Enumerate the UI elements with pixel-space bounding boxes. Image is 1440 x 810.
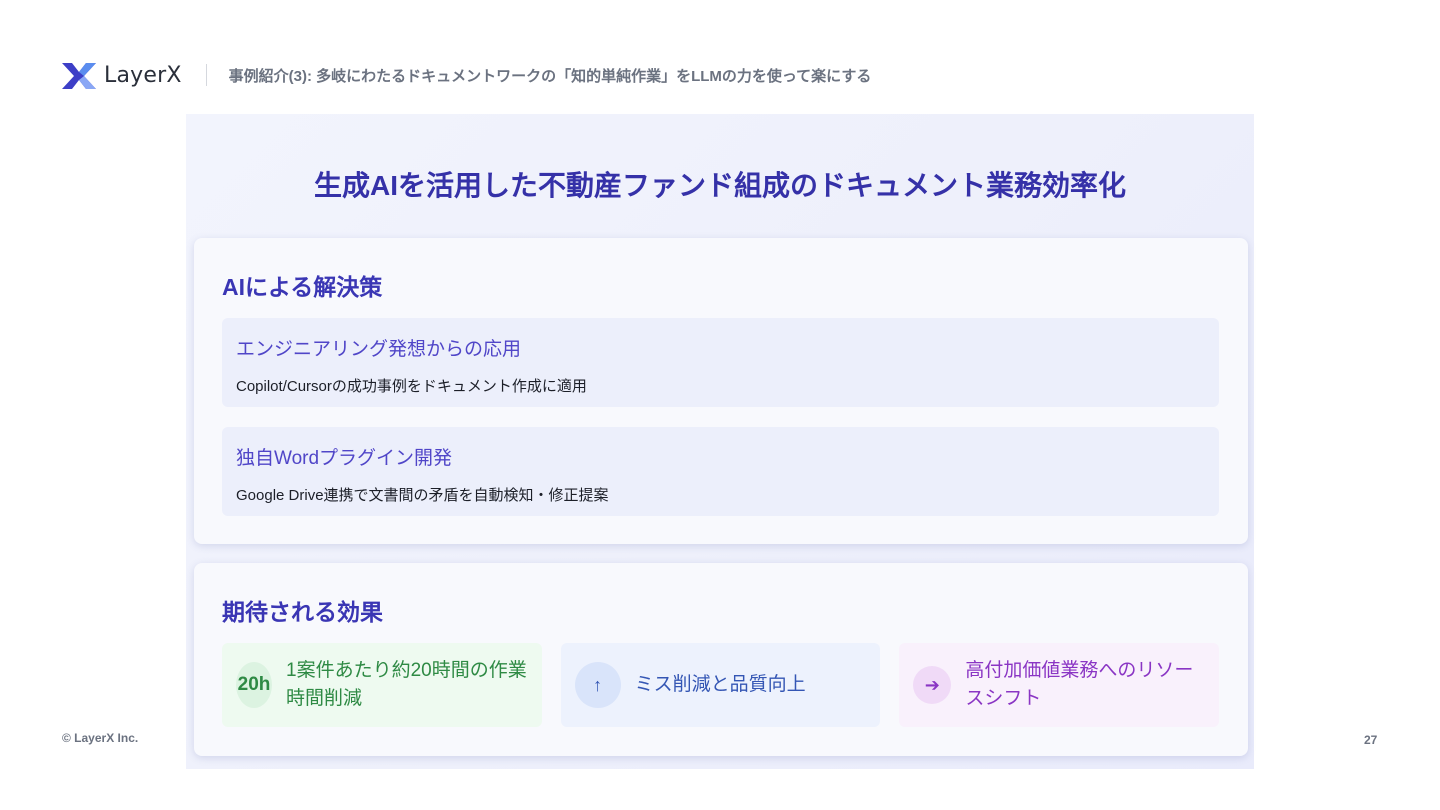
effect-item-quality: ↑ ミス削減と品質向上	[560, 643, 881, 727]
header-title: 事例紹介(3): 多岐にわたるドキュメントワークの「知的単純作業」をLLMの力を…	[228, 67, 872, 85]
solution-description: Copilot/Cursorの成功事例をドキュメント作成に適用	[236, 378, 587, 395]
slide-header: LayerX 事例紹介(3): 多岐にわたるドキュメントワークの「知的単純作業」…	[62, 60, 871, 90]
solution-title: エンジニアリング発想からの応用	[236, 339, 522, 360]
solution-description: Google Drive連携で文書間の矛盾を自動検知・修正提案	[236, 487, 609, 504]
effect-text: ミス削減と品質向上	[634, 674, 806, 695]
layerx-logo: LayerX	[62, 61, 182, 89]
effects-heading: 期待される効果	[222, 599, 383, 625]
effects-row: 20h 1案件あたり約20時間の作業時間削減 ↑ ミス削減と品質向上 ➔ 高付加…	[222, 643, 1220, 727]
solution-item: エンジニアリング発想からの応用 Copilot/Cursorの成功事例をドキュメ…	[222, 318, 1219, 407]
logo-text: LayerX	[104, 62, 182, 88]
effects-card: 期待される効果 20h 1案件あたり約20時間の作業時間削減 ↑ ミス削減と品質…	[194, 563, 1248, 756]
effect-item-time-reduction: 20h 1案件あたり約20時間の作業時間削減	[222, 643, 542, 727]
solutions-heading: AIによる解決策	[222, 274, 383, 300]
slide-panel: 生成AIを活用した不動産ファンド組成のドキュメント業務効率化 AIによる解決策 …	[186, 114, 1254, 769]
page-number: 27	[1364, 733, 1378, 747]
effect-text: 高付加価値業務へのリソースシフト	[965, 660, 1194, 709]
arrow-up-icon: ↑	[574, 662, 621, 708]
solutions-card: AIによる解決策 エンジニアリング発想からの応用 Copilot/Cursorの…	[194, 238, 1248, 544]
effect-text: 1案件あたり約20時間の作業時間削減	[286, 660, 527, 709]
arrow-right-icon: ➔	[913, 666, 952, 704]
layerx-logo-mark-icon	[62, 63, 96, 89]
time-badge: 20h	[236, 662, 272, 708]
solution-item: 独自Wordプラグイン開発 Google Drive連携で文書間の矛盾を自動検知…	[222, 427, 1219, 516]
slide-title: 生成AIを活用した不動産ファンド組成のドキュメント業務効率化	[313, 170, 1126, 201]
effect-item-resource-shift: ➔ 高付加価値業務へのリソースシフト	[899, 643, 1220, 727]
copyright: © LayerX Inc.	[62, 731, 139, 745]
header-divider	[205, 64, 207, 86]
solution-title: 独自Wordプラグイン開発	[236, 448, 453, 469]
